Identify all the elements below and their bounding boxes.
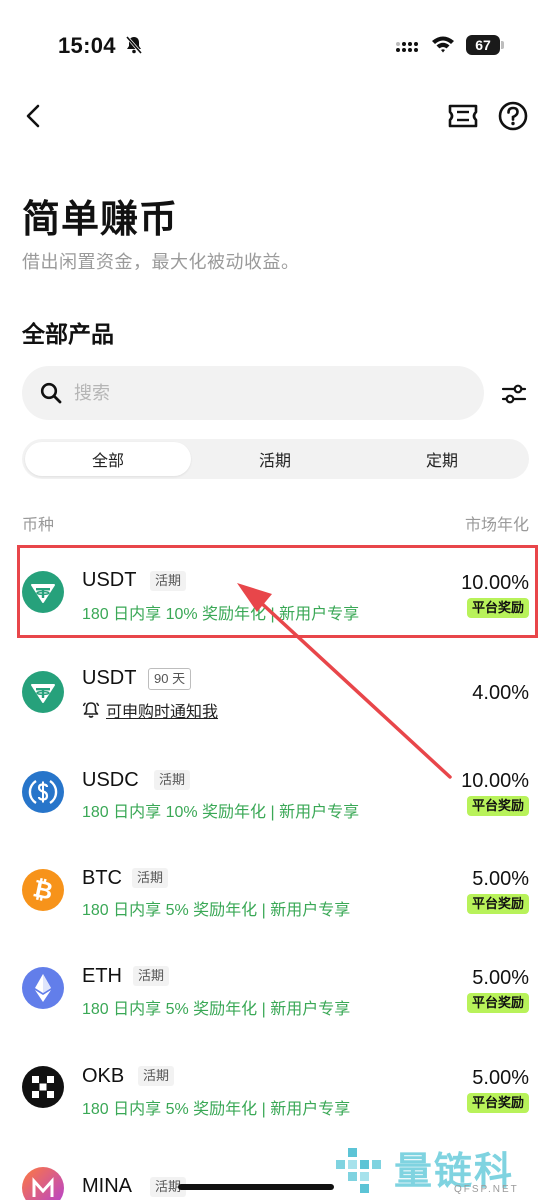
product-row-usdc[interactable]: USDC 活期 180 日内享 10% 奖励年化 | 新用户专享 10.00% … xyxy=(0,745,551,841)
help-icon[interactable] xyxy=(497,100,529,132)
apy-value: 10.00% xyxy=(461,770,529,792)
product-term-tag: 90 天 xyxy=(148,668,192,690)
coin-name: USDT xyxy=(82,667,137,689)
promo-text: 180 日内享 5% 奖励年化 | 新用户专享 xyxy=(82,1101,351,1118)
cellular-signal-icon xyxy=(396,42,418,52)
column-header-coin: 币种 xyxy=(22,517,55,534)
okb-icon xyxy=(22,1066,64,1108)
product-type-tabs: 全部 活期 定期 xyxy=(22,439,529,479)
apy-value: 5.00% xyxy=(472,967,529,989)
coin-name: BTC xyxy=(82,867,122,889)
filter-icon[interactable] xyxy=(500,380,528,408)
platform-reward-badge: 平台奖励 xyxy=(466,1093,529,1113)
bitcoin-icon: ₿ xyxy=(22,869,64,911)
section-title: 全部产品 xyxy=(22,321,114,347)
tab-flexible[interactable]: 活期 xyxy=(192,442,358,476)
bell-icon xyxy=(82,702,100,718)
product-row-eth[interactable]: ETH 活期 180 日内享 5% 奖励年化 | 新用户专享 5.00% 平台奖… xyxy=(0,945,551,1041)
apy-value: 4.00% xyxy=(472,682,529,704)
product-row-btc[interactable]: ₿ BTC 活期 180 日内享 5% 奖励年化 | 新用户专享 5.00% 平… xyxy=(0,845,551,941)
watermark-logo-icon xyxy=(336,1148,381,1193)
apy-value: 5.00% xyxy=(472,1067,529,1089)
promo-text: 180 日内享 5% 奖励年化 | 新用户专享 xyxy=(82,902,351,919)
battery-tip xyxy=(501,41,504,49)
platform-reward-badge: 平台奖励 xyxy=(466,796,529,816)
highlight-box xyxy=(17,545,538,638)
watermark: 量链科技 QFSP.NET xyxy=(332,1136,551,1200)
product-row-usdt-fixed[interactable]: USDT 90 天 可申购时通知我 4.00% xyxy=(0,645,551,741)
coin-name: MINA xyxy=(82,1175,132,1197)
bell-muted-icon xyxy=(125,36,143,54)
product-row-okb[interactable]: OKB 活期 180 日内享 5% 奖励年化 | 新用户专享 5.00% 平台奖… xyxy=(0,1045,551,1141)
watermark-subtext: QFSP.NET xyxy=(454,1184,519,1195)
page-title: 简单赚币 xyxy=(22,199,179,241)
coin-name: USDC xyxy=(82,769,139,791)
column-header-apy: 市场年化 xyxy=(464,517,529,534)
ticket-icon[interactable] xyxy=(446,100,480,132)
battery-indicator: 67 xyxy=(466,35,500,55)
platform-reward-badge: 平台奖励 xyxy=(466,894,529,914)
notify-me-text: 可申购时通知我 xyxy=(106,704,219,721)
status-time: 15:04 xyxy=(58,33,116,58)
search-box[interactable] xyxy=(22,366,484,420)
platform-reward-badge: 平台奖励 xyxy=(466,993,529,1013)
page-subtitle: 借出闲置资金，最大化被动收益。 xyxy=(22,252,300,272)
tab-fixed[interactable]: 定期 xyxy=(359,442,525,476)
product-type-tag: 活期 xyxy=(132,868,169,888)
tether-icon xyxy=(22,671,64,713)
promo-text: 180 日内享 5% 奖励年化 | 新用户专享 xyxy=(82,1001,351,1018)
ethereum-icon xyxy=(22,967,64,1009)
product-type-tag: 活期 xyxy=(133,966,170,986)
promo-text: 180 日内享 10% 奖励年化 | 新用户专享 xyxy=(82,804,360,821)
tab-all[interactable]: 全部 xyxy=(25,442,191,476)
status-bar: 15:04 67 xyxy=(0,0,551,90)
search-input[interactable] xyxy=(74,366,464,420)
product-type-tag: 活期 xyxy=(138,1066,175,1086)
usdc-icon xyxy=(22,771,64,813)
back-arrow-icon[interactable] xyxy=(22,100,46,132)
wifi-icon xyxy=(432,36,454,53)
coin-name: OKB xyxy=(82,1065,125,1087)
home-indicator[interactable] xyxy=(178,1184,334,1190)
apy-value: 5.00% xyxy=(472,868,529,890)
product-type-tag: 活期 xyxy=(154,770,191,790)
mina-icon xyxy=(22,1167,64,1200)
coin-name: ETH xyxy=(82,965,122,987)
notify-me-link[interactable]: 可申购时通知我 xyxy=(82,698,218,722)
search-icon xyxy=(40,382,62,404)
